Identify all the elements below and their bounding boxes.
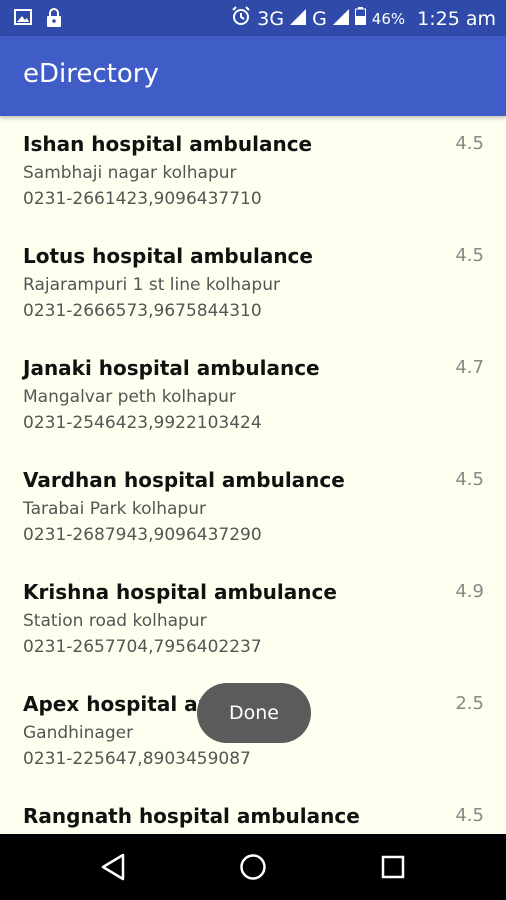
status-bar: 3G G 46% 1:25 am bbox=[0, 0, 506, 36]
item-address: Gandhinager bbox=[23, 723, 134, 743]
list-item[interactable]: Ishan hospital ambulance Sambhaji nagar … bbox=[0, 116, 506, 228]
item-address: Station road kolhapur bbox=[23, 611, 207, 631]
network-3g-label: 3G bbox=[257, 7, 285, 30]
battery-icon bbox=[354, 7, 366, 30]
item-name: Lotus hospital ambulance bbox=[23, 244, 313, 268]
item-name: Janaki hospital ambulance bbox=[23, 356, 320, 380]
signal-icon bbox=[332, 8, 349, 30]
home-icon bbox=[240, 854, 266, 880]
item-address: Rajarampuri 1 st line kolhapur bbox=[23, 275, 280, 295]
item-name: Vardhan hospital ambulance bbox=[23, 468, 345, 492]
back-icon bbox=[101, 853, 125, 881]
recents-button[interactable] bbox=[373, 847, 413, 887]
item-phone: 0231-225647,8903459087 bbox=[23, 749, 251, 769]
item-phone: 0231-2546423,9922103424 bbox=[23, 413, 262, 433]
list-item[interactable]: Lotus hospital ambulance Rajarampuri 1 s… bbox=[0, 228, 506, 340]
item-rating: 4.5 bbox=[455, 805, 484, 826]
image-icon bbox=[14, 8, 32, 32]
item-name: Ishan hospital ambulance bbox=[23, 132, 313, 156]
list-item[interactable]: Rangnath hospital ambulance 4.5 bbox=[0, 788, 506, 834]
app-title: eDirectory bbox=[23, 59, 159, 89]
list-item[interactable]: Vardhan hospital ambulance Tarabai Park … bbox=[0, 452, 506, 564]
item-phone: 0231-2687943,9096437290 bbox=[23, 525, 262, 545]
item-rating: 2.5 bbox=[455, 693, 484, 714]
battery-percentage: 46% bbox=[371, 9, 406, 28]
home-button[interactable] bbox=[233, 847, 273, 887]
item-rating: 4.5 bbox=[455, 245, 484, 266]
network-g-label: G bbox=[312, 7, 327, 30]
item-address: Mangalvar peth kolhapur bbox=[23, 387, 236, 407]
recents-icon bbox=[381, 855, 405, 879]
navigation-bar bbox=[0, 834, 506, 900]
item-address: Sambhaji nagar kolhapur bbox=[23, 163, 237, 183]
item-rating: 4.7 bbox=[455, 357, 484, 378]
item-name: Krishna hospital ambulance bbox=[23, 580, 337, 604]
item-rating: 4.5 bbox=[455, 133, 484, 154]
item-rating: 4.9 bbox=[455, 581, 484, 602]
item-name: Rangnath hospital ambulance bbox=[23, 804, 360, 828]
item-phone: 0231-2666573,9675844310 bbox=[23, 301, 262, 321]
app-bar: eDirectory bbox=[0, 36, 506, 116]
item-rating: 4.5 bbox=[455, 469, 484, 490]
item-address: Tarabai Park kolhapur bbox=[23, 499, 206, 519]
list-item[interactable]: Krishna hospital ambulance Station road … bbox=[0, 564, 506, 676]
alarm-icon bbox=[231, 6, 251, 31]
lock-icon bbox=[46, 8, 62, 32]
item-phone: 0231-2661423,9096437710 bbox=[23, 189, 262, 209]
item-phone: 0231-2657704,7956402237 bbox=[23, 637, 262, 657]
signal-icon bbox=[290, 8, 307, 30]
toast-message: Done bbox=[197, 683, 311, 743]
list-item[interactable]: Janaki hospital ambulance Mangalvar peth… bbox=[0, 340, 506, 452]
back-button[interactable] bbox=[93, 847, 133, 887]
clock: 1:25 am bbox=[417, 7, 496, 30]
